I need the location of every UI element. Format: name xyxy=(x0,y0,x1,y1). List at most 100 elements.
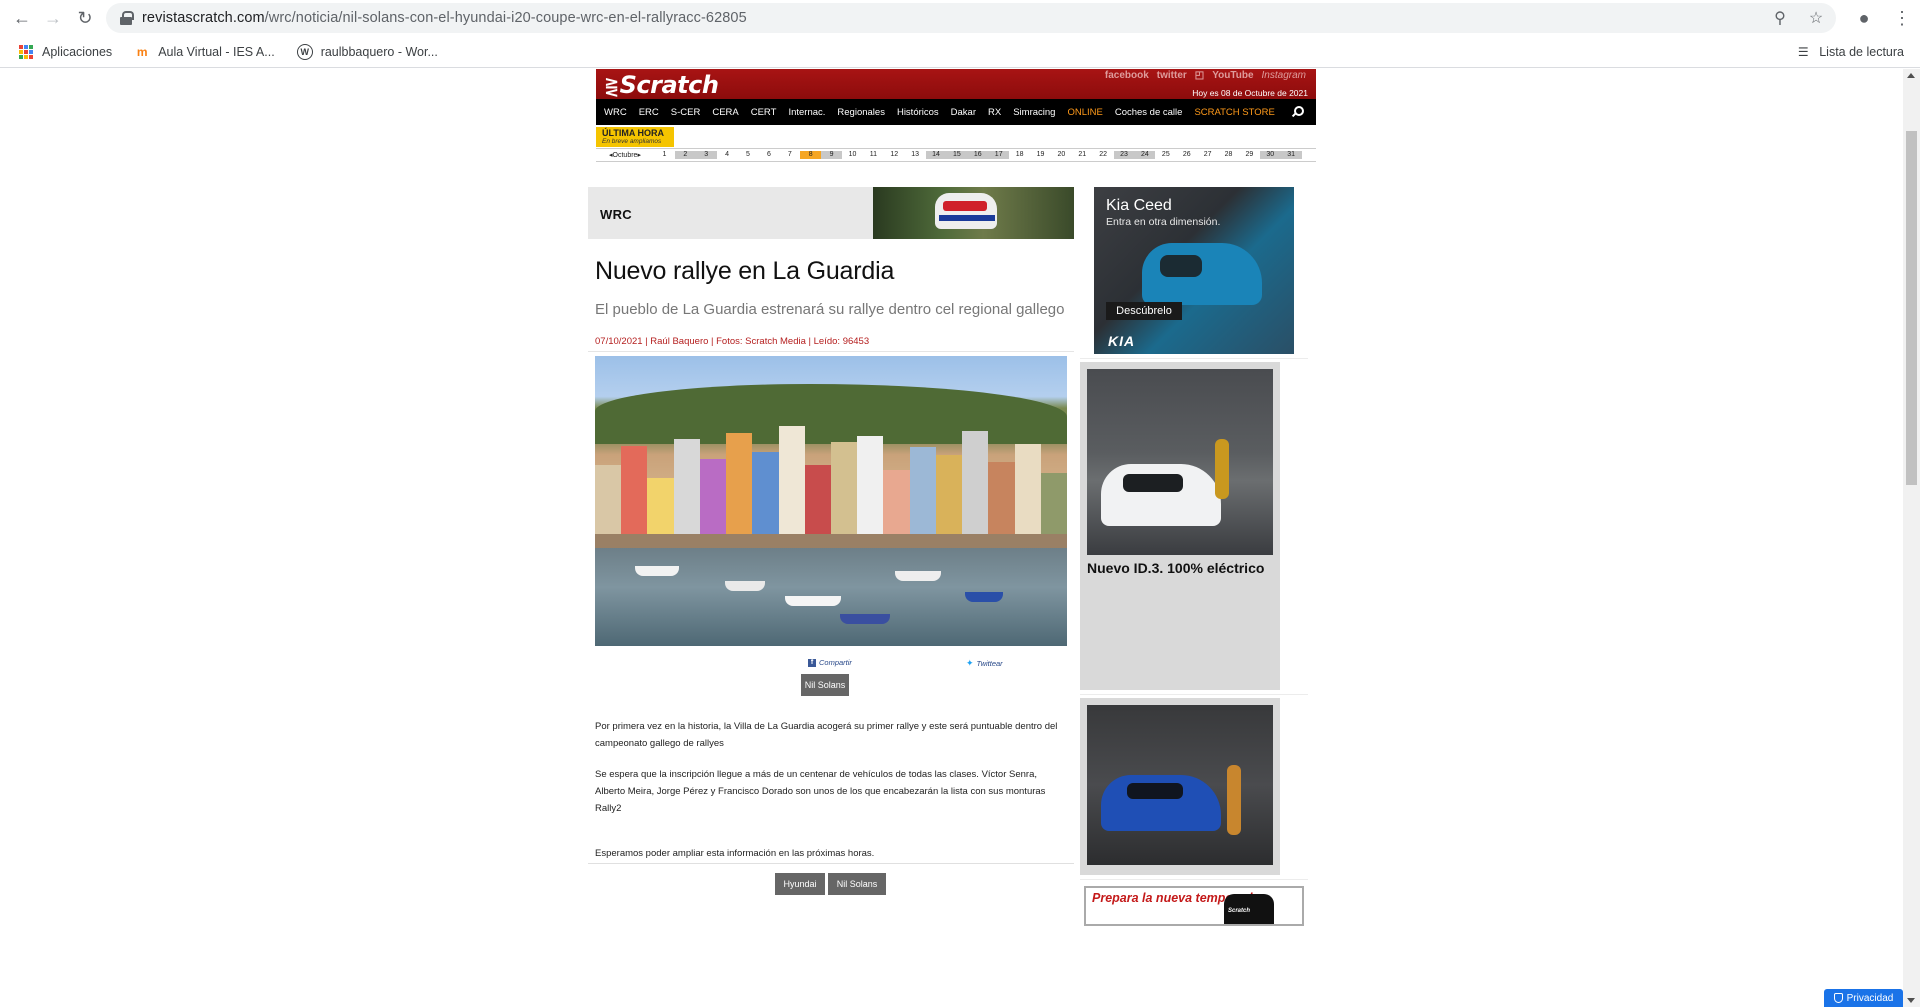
nav-item-wrc[interactable]: WRC xyxy=(604,107,627,118)
scroll-thumb[interactable] xyxy=(1906,131,1917,485)
calendar-day[interactable]: 20 xyxy=(1051,151,1072,159)
section-label[interactable]: WRC xyxy=(600,207,632,222)
calendar-day[interactable]: 18 xyxy=(1009,151,1030,159)
breaking-news-box[interactable]: ÚLTIMA HORA En breve ampliamos xyxy=(596,127,674,147)
calendar-day[interactable]: 24 xyxy=(1134,151,1156,159)
lock-icon[interactable] xyxy=(120,11,134,25)
article-paragraph: Se espera que la inscripción llegue a má… xyxy=(595,769,1046,814)
back-icon[interactable]: ← xyxy=(8,4,36,32)
calendar-day[interactable]: 13 xyxy=(905,151,926,159)
calendar-day[interactable]: 29 xyxy=(1239,151,1260,159)
kia-ad[interactable]: Kia Ceed Entra en otra dimensión. Descúb… xyxy=(1094,187,1294,354)
bookmark-apps[interactable]: Aplicaciones xyxy=(14,40,116,64)
twitter-share-button[interactable]: ✦ Twittear xyxy=(966,658,1003,669)
rss-icon[interactable]: ◰ xyxy=(1195,70,1204,81)
article-headline: Nuevo rallye en La Guardia xyxy=(595,257,895,285)
calendar-day[interactable]: 14 xyxy=(925,151,947,159)
kia-ad-cta-button[interactable]: Descúbrelo xyxy=(1106,302,1182,320)
calendar-day[interactable]: 2 xyxy=(674,151,696,159)
nav-item-erc[interactable]: ERC xyxy=(639,107,659,118)
calendar-day[interactable]: 21 xyxy=(1072,151,1093,159)
hero-boat xyxy=(895,571,941,581)
vw-id4-ad[interactable] xyxy=(1080,698,1280,875)
nav-item-rx[interactable]: RX xyxy=(988,107,1001,118)
facebook-share-button[interactable]: f Compartir xyxy=(808,658,852,667)
scroll-down-icon[interactable] xyxy=(1907,998,1915,1003)
calendar-day[interactable]: 31 xyxy=(1280,151,1302,159)
nav-item-scratch-store[interactable]: SCRATCH STORE xyxy=(1194,107,1274,118)
nav-item-online[interactable]: ONLINE xyxy=(1067,107,1102,118)
nav-item-cera[interactable]: CERA xyxy=(712,107,738,118)
address-bar[interactable]: revistascratch.com/wrc/noticia/nil-solan… xyxy=(106,3,1836,33)
youtube-link[interactable]: YouTube xyxy=(1212,70,1253,81)
calendar-day[interactable]: 5 xyxy=(738,151,759,159)
nav-item-s-cer[interactable]: S-CER xyxy=(671,107,701,118)
vw-id3-ad-caption: Nuevo ID.3. 100% eléctrico xyxy=(1087,560,1265,576)
calendar-day[interactable]: 1 xyxy=(654,151,675,159)
calendar-day[interactable]: 4 xyxy=(717,151,738,159)
calendar-day[interactable]: 8 xyxy=(800,151,822,159)
site-logo[interactable]: ⋛Scratch xyxy=(604,71,719,99)
calendar-day[interactable]: 3 xyxy=(695,151,717,159)
facebook-link[interactable]: facebook xyxy=(1105,70,1149,81)
nav-item-cert[interactable]: CERT xyxy=(751,107,777,118)
calendar-day[interactable]: 12 xyxy=(884,151,905,159)
nav-item-dakar[interactable]: Dakar xyxy=(951,107,976,118)
nav-item-internac[interactable]: Internac. xyxy=(788,107,825,118)
calendar-month[interactable]: ◂Octubre▸ xyxy=(596,151,654,159)
profile-icon[interactable]: ● xyxy=(1852,4,1876,32)
vw-car-image xyxy=(1101,464,1221,526)
bookmark-label: Aula Virtual - IES A... xyxy=(158,44,275,59)
tag-hyundai[interactable]: Hyundai xyxy=(775,873,825,895)
scratch-store-ad[interactable]: Prepara la nueva temporada Scratch xyxy=(1084,886,1304,926)
nav-item-simracing[interactable]: Simracing xyxy=(1013,107,1055,118)
privacy-button[interactable]: Privacidad xyxy=(1824,989,1903,1007)
divider xyxy=(588,351,1074,352)
calendar-day[interactable]: 7 xyxy=(779,151,800,159)
person-image xyxy=(1215,439,1229,499)
zoom-icon[interactable]: ⚲ xyxy=(1770,8,1790,28)
tag-nil-solans-top[interactable]: Nil Solans xyxy=(801,674,849,696)
calendar-day[interactable]: 19 xyxy=(1030,151,1051,159)
calendar-day[interactable]: 17 xyxy=(988,151,1010,159)
calendar-day[interactable]: 15 xyxy=(946,151,968,159)
calendar-day[interactable]: 28 xyxy=(1218,151,1239,159)
page-scrollbar[interactable] xyxy=(1903,69,1920,1007)
calendar-day[interactable]: 23 xyxy=(1113,151,1135,159)
reading-list-button[interactable]: ☰ Lista de lectura xyxy=(1791,40,1908,64)
nav-item-coches-de-calle[interactable]: Coches de calle xyxy=(1115,107,1183,118)
wordpress-icon: W xyxy=(296,43,313,60)
calendar-day[interactable]: 22 xyxy=(1093,151,1114,159)
calendar-day[interactable]: 16 xyxy=(967,151,989,159)
bookmark-wordpress[interactable]: W raulbbaquero - Wor... xyxy=(293,40,442,64)
privacy-label: Privacidad xyxy=(1846,992,1894,1004)
scroll-up-icon[interactable] xyxy=(1907,73,1915,78)
reading-list-label: Lista de lectura xyxy=(1819,45,1904,59)
calendar-day[interactable]: 9 xyxy=(821,151,843,159)
bookmark-aula-virtual[interactable]: m Aula Virtual - IES A... xyxy=(130,40,279,64)
calendar-day[interactable]: 25 xyxy=(1155,151,1176,159)
section-banner: WRC xyxy=(588,187,1074,239)
calendar-day[interactable]: 11 xyxy=(863,151,884,159)
reload-icon[interactable]: ↻ xyxy=(71,4,99,32)
calendar-day[interactable]: 6 xyxy=(758,151,779,159)
logo-mark-icon: ⋛ xyxy=(604,77,619,98)
breaking-title: ÚLTIMA HORA xyxy=(602,128,664,138)
url-text[interactable]: revistascratch.com/wrc/noticia/nil-solan… xyxy=(142,10,747,26)
menu-kebab-icon[interactable]: ⋮ xyxy=(1890,4,1914,32)
vw-id3-ad[interactable]: Nuevo ID.3. 100% eléctrico xyxy=(1080,362,1280,690)
calendar-day[interactable]: 26 xyxy=(1176,151,1197,159)
bookmark-star-icon[interactable]: ☆ xyxy=(1806,8,1826,28)
calendar-day[interactable]: 30 xyxy=(1259,151,1281,159)
forward-icon[interactable]: → xyxy=(39,4,67,32)
share-twitter-label: Twittear xyxy=(976,659,1003,668)
tag-nil-solans-bottom[interactable]: Nil Solans xyxy=(828,873,886,895)
calendar-day[interactable]: 27 xyxy=(1197,151,1218,159)
twitter-link[interactable]: twitter xyxy=(1157,70,1187,81)
search-icon[interactable] xyxy=(1291,106,1304,118)
instagram-link[interactable]: Instagram xyxy=(1262,70,1306,81)
calendar-day[interactable]: 10 xyxy=(842,151,863,159)
nav-item-hist-ricos[interactable]: Históricos xyxy=(897,107,939,118)
hero-boat xyxy=(785,596,841,606)
nav-item-regionales[interactable]: Regionales xyxy=(837,107,885,118)
